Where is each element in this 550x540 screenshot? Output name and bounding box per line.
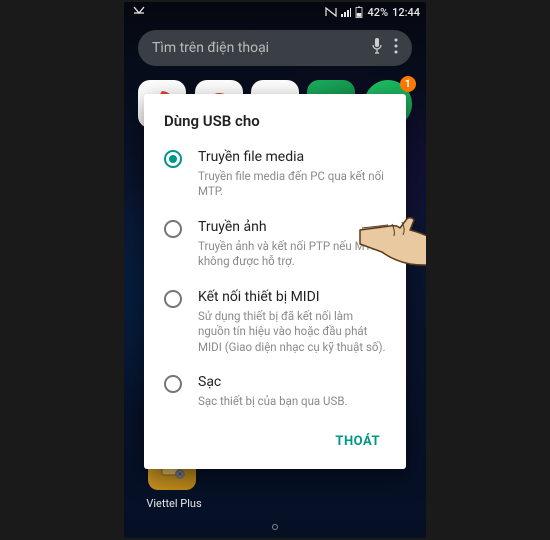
clock: 12:44 [392, 6, 420, 19]
option-photo-transfer[interactable]: Truyền ảnh Truyền ảnh và kết nối PTP nếu… [144, 210, 406, 280]
option-desc: Truyền file media đến PC qua kết nối MTP… [198, 169, 386, 200]
signal-icon [341, 7, 351, 17]
dialog-title: Dùng USB cho [144, 112, 406, 140]
search-bar[interactable]: Tìm trên điện thoại [138, 30, 412, 66]
more-icon[interactable] [394, 38, 398, 58]
phone-frame: 42% 12:44 Tìm trên điện thoại 1 Viet [124, 2, 426, 538]
option-title: Truyền ảnh [198, 218, 386, 237]
status-bar: 42% 12:44 [124, 2, 426, 22]
radio-icon [164, 290, 182, 308]
usb-dialog: Dùng USB cho Truyền file media Truyền fi… [144, 94, 406, 469]
option-desc: Truyền ảnh và kết nối PTP nếu MTP không … [198, 239, 386, 270]
phone-badge: 1 [400, 76, 416, 92]
home-indicator [272, 524, 278, 530]
app-viettel-plus-label: Viettel Plus [144, 497, 204, 510]
battery-percent: 42% [367, 6, 388, 19]
option-desc: Sạc thiết bị của bạn qua USB. [198, 394, 386, 410]
option-title: Truyền file media [198, 148, 386, 167]
battery-icon [355, 6, 363, 18]
option-midi[interactable]: Kết nối thiết bị MIDI Sử dụng thiết bị đ… [144, 280, 406, 365]
mic-icon[interactable] [370, 37, 384, 59]
option-title: Kết nối thiết bị MIDI [198, 288, 386, 307]
radio-icon [164, 150, 182, 168]
option-charge[interactable]: Sạc Sạc thiết bị của bạn qua USB. [144, 365, 406, 419]
radio-icon [164, 375, 182, 393]
nfc-icon [325, 7, 337, 17]
exit-button[interactable]: THOÁT [325, 426, 390, 457]
option-title: Sạc [198, 373, 386, 392]
option-desc: Sử dụng thiết bị đã kết nối làm nguồn tí… [198, 309, 386, 356]
option-media-transfer[interactable]: Truyền file media Truyền file media đến … [144, 140, 406, 210]
dialog-actions: THOÁT [144, 420, 406, 461]
notification-icon [132, 5, 146, 17]
search-placeholder: Tìm trên điện thoại [152, 40, 360, 56]
radio-icon [164, 220, 182, 238]
